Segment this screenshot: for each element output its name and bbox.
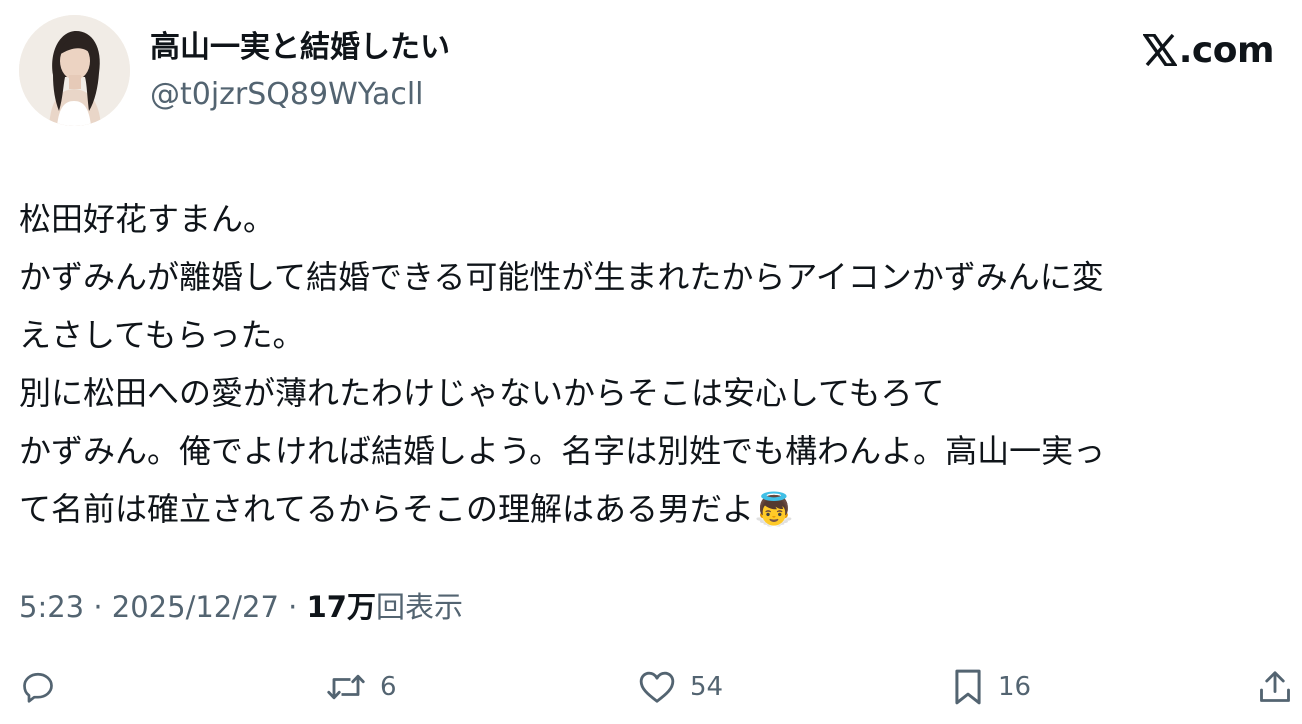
bookmark-button[interactable]: 16	[952, 660, 1031, 714]
retweet-count: 6	[380, 672, 397, 702]
brand-text: .com	[1178, 29, 1275, 71]
views-label: 回表示	[375, 590, 463, 624]
tweet-text-line: 別に松田への愛が薄れたわけじゃないからそこは安心してもろて	[19, 374, 945, 412]
tweet-text-line: かずみんが離婚して結婚できる可能性が生まれたからアイコンかずみんに変	[19, 258, 1104, 296]
tweet-text: 松田好花すまん。 かずみんが離婚して結婚できる可能性が生まれたからアイコンかずみ…	[19, 190, 1294, 538]
heart-icon	[639, 671, 675, 703]
share-button[interactable]	[1258, 660, 1292, 714]
tweet-date[interactable]: 2025/12/27	[112, 590, 279, 624]
meta-separator: ·	[278, 590, 307, 624]
tweet-meta: 5:23 · 2025/12/27 · 17万回表示	[19, 585, 463, 629]
display-name[interactable]: 高山一実と結婚したい	[150, 28, 450, 68]
tweet-text-line: えさしてもらった。	[19, 316, 305, 354]
profile-photo-icon	[19, 15, 130, 126]
action-bar: 6 54 16	[0, 660, 1302, 714]
tweet-text-line: て名前は確立されてるからそこの理解はある男だよ👼	[19, 490, 794, 528]
x-logo-icon	[1142, 34, 1177, 66]
reply-icon	[23, 672, 53, 703]
avatar[interactable]	[19, 15, 130, 126]
retweet-button[interactable]: 6	[326, 660, 397, 714]
like-count: 54	[690, 672, 724, 702]
like-button[interactable]: 54	[638, 660, 723, 714]
bookmark-icon	[955, 669, 981, 705]
share-icon	[1260, 671, 1290, 702]
bookmark-count: 16	[998, 672, 1032, 702]
tweet-card: 高山一実と結婚したい @t0jzrSQ89WYacll .com 松田好花すまん…	[0, 0, 1302, 724]
brand-link[interactable]: .com	[1142, 28, 1275, 72]
tweet-time[interactable]: 5:23	[19, 590, 84, 624]
reply-button[interactable]	[20, 660, 56, 714]
views-count: 17万	[306, 590, 376, 624]
tweet-text-line: かずみん。俺でよければ結婚しよう。名字は別姓でも構わんよ。高山一実っ	[19, 432, 1106, 470]
meta-separator: ·	[84, 590, 112, 624]
retweet-icon	[327, 674, 365, 700]
user-handle[interactable]: @t0jzrSQ89WYacll	[150, 75, 424, 115]
tweet-text-line: 松田好花すまん。	[19, 200, 276, 238]
